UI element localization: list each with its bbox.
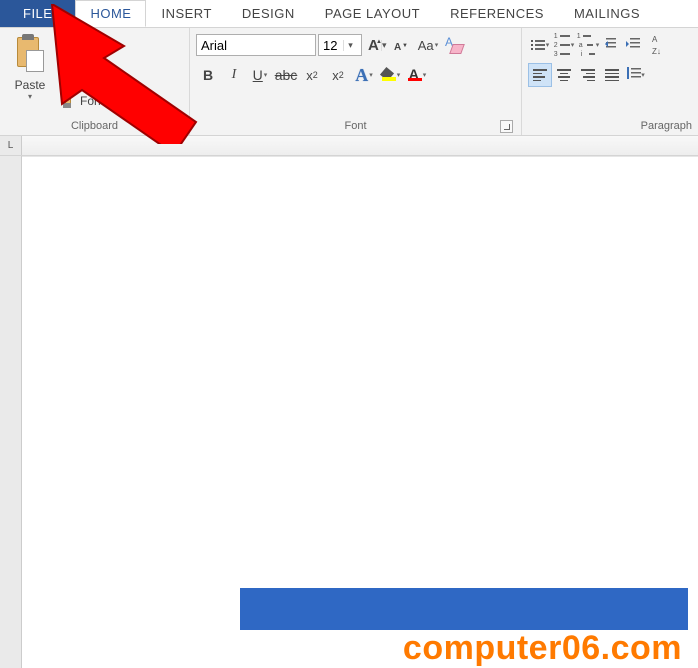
group-font: ▾ ▾ ▾ B I U ▾ abc x2 x2: [190, 28, 522, 135]
vertical-ruler[interactable]: [0, 156, 22, 668]
sort-button[interactable]: [648, 33, 672, 57]
eraser-icon: [445, 36, 463, 54]
chevron-down-icon: ▾: [596, 41, 600, 49]
change-case-icon: [418, 37, 434, 53]
chevron-down-icon[interactable]: ▾: [28, 92, 32, 101]
tab-page-layout[interactable]: PAGE LAYOUT: [310, 0, 435, 27]
numbering-icon: 1 2 3: [554, 33, 570, 58]
cut-button[interactable]: Cut: [60, 34, 159, 56]
align-left-icon: [533, 69, 547, 81]
chevron-down-icon[interactable]: ▾: [343, 40, 357, 51]
font-launcher[interactable]: [500, 120, 513, 133]
group-clipboard: Paste ▾ Cut Copy Format Painter Clipbo: [0, 28, 190, 135]
underline-button[interactable]: U ▾: [248, 63, 272, 87]
bullets-button[interactable]: ▾: [528, 33, 552, 57]
font-size-combo[interactable]: ▾: [318, 34, 362, 56]
tab-file[interactable]: FILE: [0, 0, 75, 27]
chevron-down-icon: ▾: [369, 71, 373, 79]
italic-button[interactable]: I: [222, 63, 246, 87]
multilevel-icon: 1 a i: [577, 33, 595, 58]
tab-references[interactable]: REFERENCES: [435, 0, 559, 27]
ruler-track[interactable]: [22, 136, 698, 155]
font-size-input[interactable]: [319, 35, 343, 55]
numbering-button[interactable]: 1 2 3 ▾: [552, 33, 576, 57]
paste-button[interactable]: Paste ▾: [6, 32, 54, 101]
tab-insert[interactable]: INSERT: [146, 0, 226, 27]
copy-icon: [60, 65, 76, 81]
justify-icon: [605, 69, 619, 81]
multilevel-list-button[interactable]: 1 a i ▾: [576, 33, 600, 57]
chevron-down-icon: ▾: [571, 41, 575, 49]
shrink-font-button[interactable]: [390, 33, 414, 57]
change-case-button[interactable]: ▾: [416, 33, 440, 57]
superscript-2: 2: [339, 70, 344, 80]
font-name-combo[interactable]: ▾: [196, 34, 316, 56]
line-spacing-button[interactable]: ▾: [624, 63, 648, 87]
font-color-button[interactable]: ▾: [404, 63, 428, 87]
decrease-indent-button[interactable]: [600, 33, 624, 57]
copy-button[interactable]: Copy: [60, 62, 159, 84]
chevron-down-icon: ▾: [423, 71, 427, 79]
align-center-button[interactable]: [552, 63, 576, 87]
subscript-button[interactable]: x2: [300, 63, 324, 87]
justify-button[interactable]: [600, 63, 624, 87]
align-right-button[interactable]: [576, 63, 600, 87]
bullets-icon: [531, 40, 545, 50]
horizontal-ruler[interactable]: L: [0, 136, 698, 156]
chevron-down-icon: ▾: [435, 41, 439, 49]
paragraph-group-label: Paragraph: [641, 120, 692, 132]
text-effects-icon: A: [355, 65, 368, 86]
strikethrough-button[interactable]: abc: [274, 63, 298, 87]
highlight-button[interactable]: ▾: [378, 63, 402, 87]
underline-icon: U: [253, 67, 263, 83]
shrink-font-icon: [394, 37, 410, 53]
watermark-bar: [240, 588, 688, 630]
tab-design[interactable]: DESIGN: [227, 0, 310, 27]
grow-font-icon: [368, 37, 384, 53]
tab-mailings[interactable]: MAILINGS: [559, 0, 655, 27]
clipboard-group-label: Clipboard: [71, 120, 118, 132]
clipboard-launcher[interactable]: [168, 120, 181, 133]
paintbrush-icon: [60, 93, 76, 109]
tab-selector[interactable]: L: [0, 136, 22, 155]
align-right-icon: [581, 69, 595, 81]
ribbon: Paste ▾ Cut Copy Format Painter Clipbo: [0, 28, 698, 136]
format-painter-label: Format Painter: [80, 94, 159, 108]
highlighter-icon: [380, 67, 396, 83]
increase-indent-button[interactable]: [624, 33, 648, 57]
paste-label: Paste: [15, 78, 46, 92]
format-painter-button[interactable]: Format Painter: [60, 90, 159, 112]
chevron-down-icon: ▾: [397, 71, 401, 79]
copy-label: Copy: [80, 66, 108, 80]
group-paragraph: ▾ 1 2 3 ▾ 1 a i ▾: [522, 28, 698, 135]
font-color-icon: [406, 67, 422, 83]
font-group-label: Font: [344, 120, 366, 132]
watermark-text: computer06.com: [240, 629, 688, 668]
grow-font-button[interactable]: [364, 33, 388, 57]
scissors-icon: [60, 37, 76, 53]
chevron-down-icon: ▾: [641, 71, 645, 79]
clear-formatting-button[interactable]: [442, 33, 466, 57]
superscript-button[interactable]: x2: [326, 63, 350, 87]
paste-icon: [14, 34, 46, 74]
ribbon-tabbar: FILE HOME INSERT DESIGN PAGE LAYOUT REFE…: [0, 0, 698, 28]
align-left-button[interactable]: [528, 63, 552, 87]
chevron-down-icon: ▾: [264, 71, 268, 79]
cut-label: Cut: [80, 38, 99, 52]
tab-home[interactable]: HOME: [75, 0, 146, 27]
chevron-down-icon: ▾: [546, 41, 550, 49]
align-center-icon: [557, 69, 571, 81]
bold-button[interactable]: B: [196, 63, 220, 87]
text-effects-button[interactable]: A▾: [352, 63, 376, 87]
subscript-2: 2: [313, 70, 318, 80]
